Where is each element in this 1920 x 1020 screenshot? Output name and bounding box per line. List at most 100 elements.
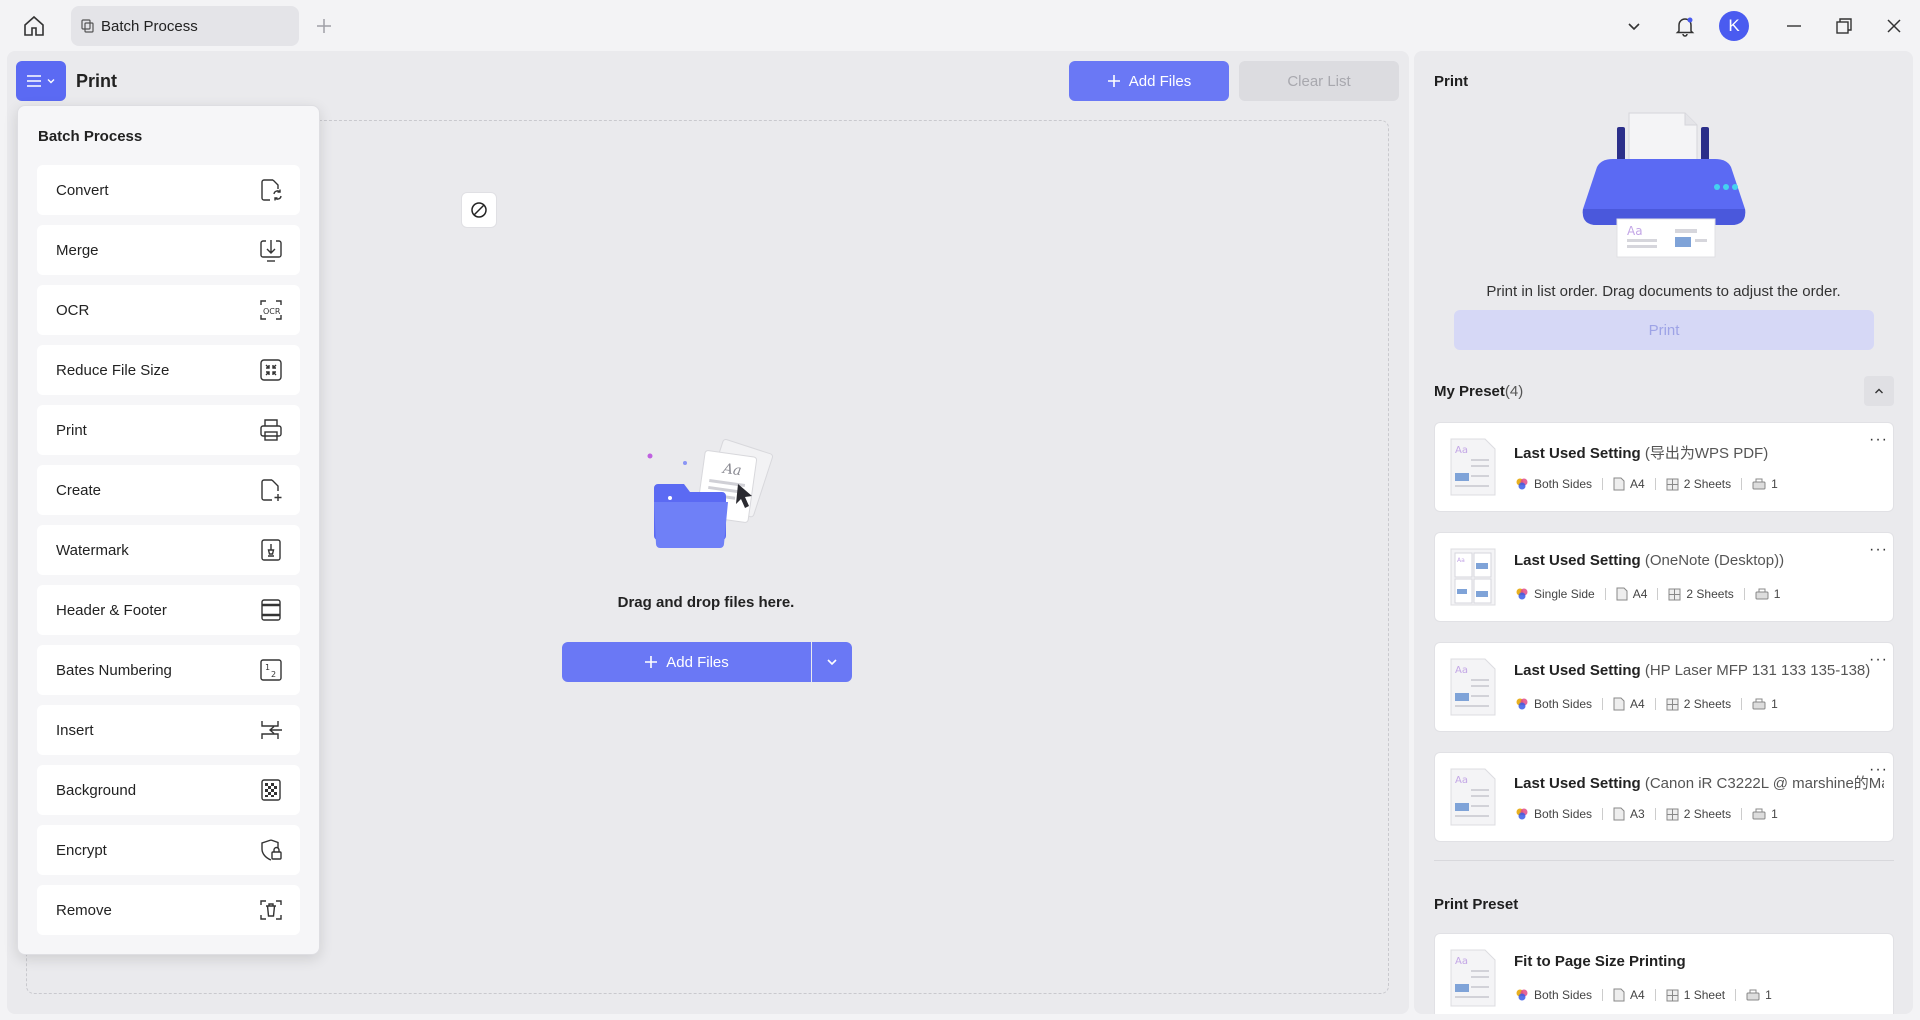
copies-icon [1752, 808, 1766, 820]
document-thumbnail: Aa [1450, 548, 1496, 606]
new-tab-button[interactable] [312, 14, 336, 38]
ocr-icon: OCR [260, 300, 282, 320]
batch-item-label: Watermark [56, 541, 129, 559]
color-icon [1515, 988, 1529, 1002]
svg-text:Aa: Aa [1455, 665, 1468, 676]
svg-text:2: 2 [271, 670, 276, 679]
batch-item-encrypt[interactable]: Encrypt [37, 825, 300, 875]
batch-item-ocr[interactable]: OCR OCR [37, 285, 300, 335]
batch-item-create[interactable]: Create [37, 465, 300, 515]
preset-sheets: 1 Sheet [1683, 988, 1726, 1002]
tab-batch-process[interactable]: Batch Process [71, 6, 299, 46]
menu-icon [27, 75, 41, 87]
preset-name: Last Used Setting (Canon iR C3222L @ mar… [1514, 772, 1884, 793]
insert-icon [261, 721, 282, 739]
printer-icon [260, 419, 282, 441]
color-icon [1515, 697, 1529, 711]
preset-meta: Both Sides A4 1 Sheet 1 [1515, 988, 1772, 1002]
add-files-dropdown-button[interactable] [812, 642, 852, 682]
print-button[interactable]: Print [1454, 310, 1874, 350]
batch-item-bates-numbering[interactable]: Bates Numbering 12 [37, 645, 300, 695]
preset-sheets: 2 Sheets [1686, 587, 1734, 601]
batch-item-background[interactable]: Background [37, 765, 300, 815]
encrypt-icon [261, 839, 282, 861]
preset-sheets: 2 Sheets [1683, 697, 1732, 711]
clear-list-label: Clear List [1287, 72, 1351, 90]
minimize-button[interactable] [1778, 10, 1810, 42]
home-button[interactable] [18, 10, 50, 42]
chevron-down-icon [47, 79, 55, 84]
batch-item-label: Merge [56, 241, 99, 259]
batch-item-reduce-file-size[interactable]: Reduce File Size [37, 345, 300, 395]
my-preset-count: (4) [1504, 383, 1524, 400]
notifications-button[interactable] [1669, 10, 1701, 42]
add-files-main-label: Add Files [666, 653, 729, 671]
preset-more-button[interactable]: ··· [1869, 541, 1888, 559]
print-preset-card[interactable]: Aa Fit to Page Size Printing Both Sides … [1434, 933, 1894, 1014]
collapse-presets-button[interactable] [1864, 376, 1894, 406]
preset-card[interactable]: Aa Last Used Setting (导出为WPS PDF) ··· Bo… [1434, 422, 1894, 512]
svg-text:Aa: Aa [1457, 557, 1465, 564]
header-footer-icon [261, 599, 281, 621]
batch-item-label: Insert [56, 721, 94, 739]
restore-button[interactable] [1828, 10, 1860, 42]
avatar[interactable]: K [1719, 11, 1749, 41]
document-thumbnail: Aa [1450, 658, 1496, 716]
sheets-icon [1666, 808, 1679, 821]
preset-title: Last Used Setting [1514, 445, 1641, 462]
preset-more-button[interactable]: ··· [1869, 651, 1888, 669]
preset-meta: Both Sides A3 2 Sheets 1 [1515, 807, 1778, 821]
copies-icon [1746, 989, 1760, 1001]
preset-more-button[interactable]: ··· [1869, 761, 1888, 779]
tools-menu-button[interactable] [16, 61, 66, 101]
add-files-label: Add Files [1128, 72, 1192, 90]
color-icon [1515, 587, 1529, 601]
chevron-up-icon [1875, 388, 1883, 394]
close-icon [1887, 19, 1901, 33]
tabs-dropdown-button[interactable] [1618, 10, 1650, 42]
batch-item-label: Bates Numbering [56, 661, 172, 679]
add-files-button[interactable]: Add Files [1069, 61, 1229, 101]
my-preset-label: My Preset [1434, 383, 1505, 400]
home-icon [24, 15, 44, 36]
preset-paper: A3 [1630, 807, 1645, 821]
sheets-icon [1668, 588, 1681, 601]
svg-text:OCR: OCR [263, 307, 281, 316]
printer-illustration: Aa [1582, 112, 1746, 258]
plus-icon [317, 19, 331, 33]
preset-copies: 1 [1765, 988, 1772, 1002]
batch-item-watermark[interactable]: Watermark [37, 525, 300, 575]
paper-icon [1613, 697, 1625, 711]
restore-icon [1836, 18, 1852, 34]
document-thumbnail: Aa [1450, 768, 1496, 826]
preset-name: Last Used Setting (OneNote (Desktop)) [1514, 552, 1884, 569]
preset-paper: A4 [1632, 587, 1648, 601]
preset-card[interactable]: Aa Last Used Setting (OneNote (Desktop))… [1434, 532, 1894, 622]
clear-list-button[interactable]: Clear List [1239, 61, 1399, 101]
preset-title: Fit to Page Size Printing [1514, 953, 1686, 970]
color-icon [1515, 477, 1529, 491]
batch-item-print[interactable]: Print [37, 405, 300, 455]
disable-button[interactable] [461, 192, 497, 228]
preset-meta: Both Sides A4 2 Sheets 1 [1515, 697, 1778, 711]
document-thumbnail: Aa [1450, 438, 1496, 496]
folder-illustration: Aa [647, 438, 774, 548]
drop-message: Drag and drop files here. [617, 594, 795, 611]
preset-paper: A4 [1630, 477, 1645, 491]
sheets-icon [1666, 478, 1679, 491]
preset-card[interactable]: Aa Last Used Setting (Canon iR C3222L @ … [1434, 752, 1894, 842]
add-files-main-button[interactable]: Add Files [562, 642, 811, 682]
preset-copies: 1 [1771, 697, 1778, 711]
batch-item-header-footer[interactable]: Header & Footer [37, 585, 300, 635]
batch-item-merge[interactable]: Merge [37, 225, 300, 275]
batch-item-insert[interactable]: Insert [37, 705, 300, 755]
batch-item-label: Create [56, 481, 102, 499]
batch-item-remove[interactable]: Remove [37, 885, 300, 935]
preset-name: Last Used Setting (导出为WPS PDF) [1514, 442, 1884, 463]
close-button[interactable] [1878, 10, 1910, 42]
preset-more-button[interactable]: ··· [1869, 431, 1888, 449]
batch-item-convert[interactable]: Convert [37, 165, 300, 215]
paper-icon [1613, 807, 1625, 821]
preset-card[interactable]: Aa Last Used Setting (HP Laser MFP 131 1… [1434, 642, 1894, 732]
preset-paper: A4 [1630, 697, 1645, 711]
